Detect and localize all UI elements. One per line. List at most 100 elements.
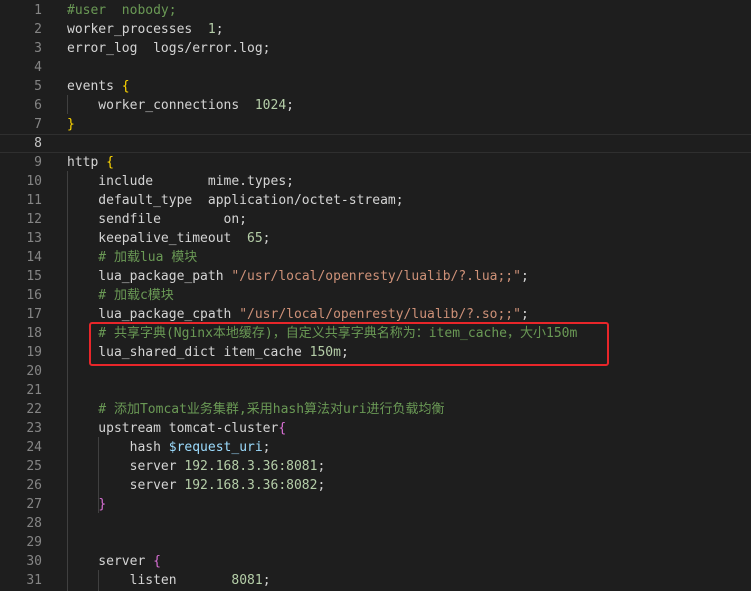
code-token: server [67,478,185,493]
indent-guide-server [98,570,99,591]
code-text: } [67,495,106,514]
line-number: 11 [26,193,42,208]
line-number: 18 [26,326,42,341]
line-number: 21 [26,383,42,398]
code-token: #user nobody; [67,3,177,18]
code-line[interactable]: 7} [0,115,751,134]
line-number: 6 [34,98,42,113]
code-token: 192.168.3.36:8081 [184,459,318,474]
code-token: 1024 [254,98,287,113]
line-number: 20 [26,364,42,379]
code-line[interactable]: 8 [0,134,751,153]
code-text: lua_package_cpath "/usr/local/openresty/… [67,305,529,324]
code-line[interactable]: 26 server 192.168.3.36:8082; [0,476,751,495]
code-token: 1 [207,22,216,37]
code-token: ; [215,22,224,37]
code-editor[interactable]: 1 #user nobody; 2 worker_processes 1; 3 error… [0,0,751,591]
code-token: sendfile on; [67,212,248,227]
code-token: { [106,155,114,170]
vertical-scrollbar[interactable] [741,0,751,591]
line-number: 1 [34,3,42,18]
code-line[interactable]: 1 #user nobody; [0,1,751,20]
code-line[interactable]: 15 lua_package_path "/usr/local/openrest… [0,267,751,286]
code-token: { [278,421,287,436]
code-line[interactable]: 16 # 加载c模块 [0,286,751,305]
code-line[interactable]: 9 http { [0,153,751,172]
code-text: } [67,115,75,134]
code-token: } [67,117,75,132]
code-text: sendfile on; [67,210,247,229]
code-line[interactable]: 20 [0,362,751,381]
code-token: upstream tomcat-cluster [67,421,279,436]
code-line[interactable]: 30 server { [0,552,751,571]
line-number: 15 [26,269,42,284]
code-token: "/usr/local/openresty/lualib/?.lua;;" [231,269,521,284]
code-line[interactable]: 25 server 192.168.3.36:8081; [0,457,751,476]
line-number: 26 [26,478,42,493]
code-line[interactable]: 12 sendfile on; [0,210,751,229]
code-text: server { [67,552,161,571]
code-token: { [153,554,161,569]
indent-guide-upstream [98,437,99,513]
code-token: default_type application/octet-stream; [67,193,404,208]
line-number: 7 [34,117,42,132]
code-line[interactable]: 27 } [0,495,751,514]
code-line[interactable]: 3 error_log logs/error.log; [0,39,751,58]
line-number: 3 [34,41,42,56]
code-line[interactable]: 6 worker_connections 1024; [0,96,751,115]
code-token: server [67,459,185,474]
code-token: ; [317,478,326,493]
code-token: events [67,79,122,94]
line-number: 13 [26,231,42,246]
code-token: ; [262,231,271,246]
line-number: 22 [26,402,42,417]
code-token: listen [67,573,232,588]
line-number: 5 [34,79,42,94]
code-line[interactable]: 2 worker_processes 1; [0,20,751,39]
code-token: # 添加Tomcat业务集群,采用hash算法对uri进行负载均衡 [67,402,445,417]
code-line[interactable]: 24 hash $request_uri; [0,438,751,457]
line-number: 16 [26,288,42,303]
code-token: } [98,497,107,512]
line-number: 30 [26,554,42,569]
code-token: # 加载c模块 [67,288,174,303]
code-token: server [67,554,154,569]
code-token: lua_package_cpath [67,307,240,322]
line-number: 28 [26,516,42,531]
code-token: lua_shared_dict item_cache [67,345,310,360]
code-line[interactable]: 13 keepalive_timeout 65; [0,229,751,248]
code-text: default_type application/octet-stream; [67,191,404,210]
code-line[interactable]: 18 # 共享字典(Nginx本地缓存)，自定义共享字典名称为：item_cac… [0,324,751,343]
code-token: 65 [247,231,263,246]
line-number: 4 [34,60,42,75]
code-text: lua_shared_dict item_cache 150m; [67,343,348,362]
code-line[interactable]: 5 events { [0,77,751,96]
code-text: # 加载lua 模块 [67,248,197,267]
code-line[interactable]: 21 [0,381,751,400]
code-text: keepalive_timeout 65; [67,229,271,248]
code-line[interactable]: 28 [0,514,751,533]
code-line[interactable]: 23 upstream tomcat-cluster{ [0,419,751,438]
code-line[interactable]: 22 # 添加Tomcat业务集群,采用hash算法对uri进行负载均衡 [0,400,751,419]
code-line[interactable]: 29 [0,533,751,552]
code-token: "/usr/local/openresty/lualib/?.so;;" [239,307,521,322]
code-text: worker_connections 1024; [67,96,294,115]
code-token: ; [262,440,271,455]
code-token: ; [520,269,529,284]
code-text: server 192.168.3.36:8082; [67,476,326,495]
code-line[interactable]: 4 [0,58,751,77]
code-token: keepalive_timeout [67,231,248,246]
code-line[interactable]: 14 # 加载lua 模块 [0,248,751,267]
code-line[interactable]: 31 listen 8081; [0,571,751,590]
line-number: 17 [26,307,42,322]
code-token: ; [520,307,529,322]
code-line[interactable]: 19 lua_shared_dict item_cache 150m; [0,343,751,362]
code-line[interactable]: 17 lua_package_cpath "/usr/local/openres… [0,305,751,324]
code-line[interactable]: 11 default_type application/octet-stream… [0,191,751,210]
code-text: # 共享字典(Nginx本地缓存)，自定义共享字典名称为：item_cache，… [67,324,577,343]
code-token: { [121,79,130,94]
code-line[interactable]: 10 include mime.types; [0,172,751,191]
indent-guide-http [67,171,68,591]
line-number: 19 [26,345,42,360]
code-token: include mime.types; [67,174,294,189]
